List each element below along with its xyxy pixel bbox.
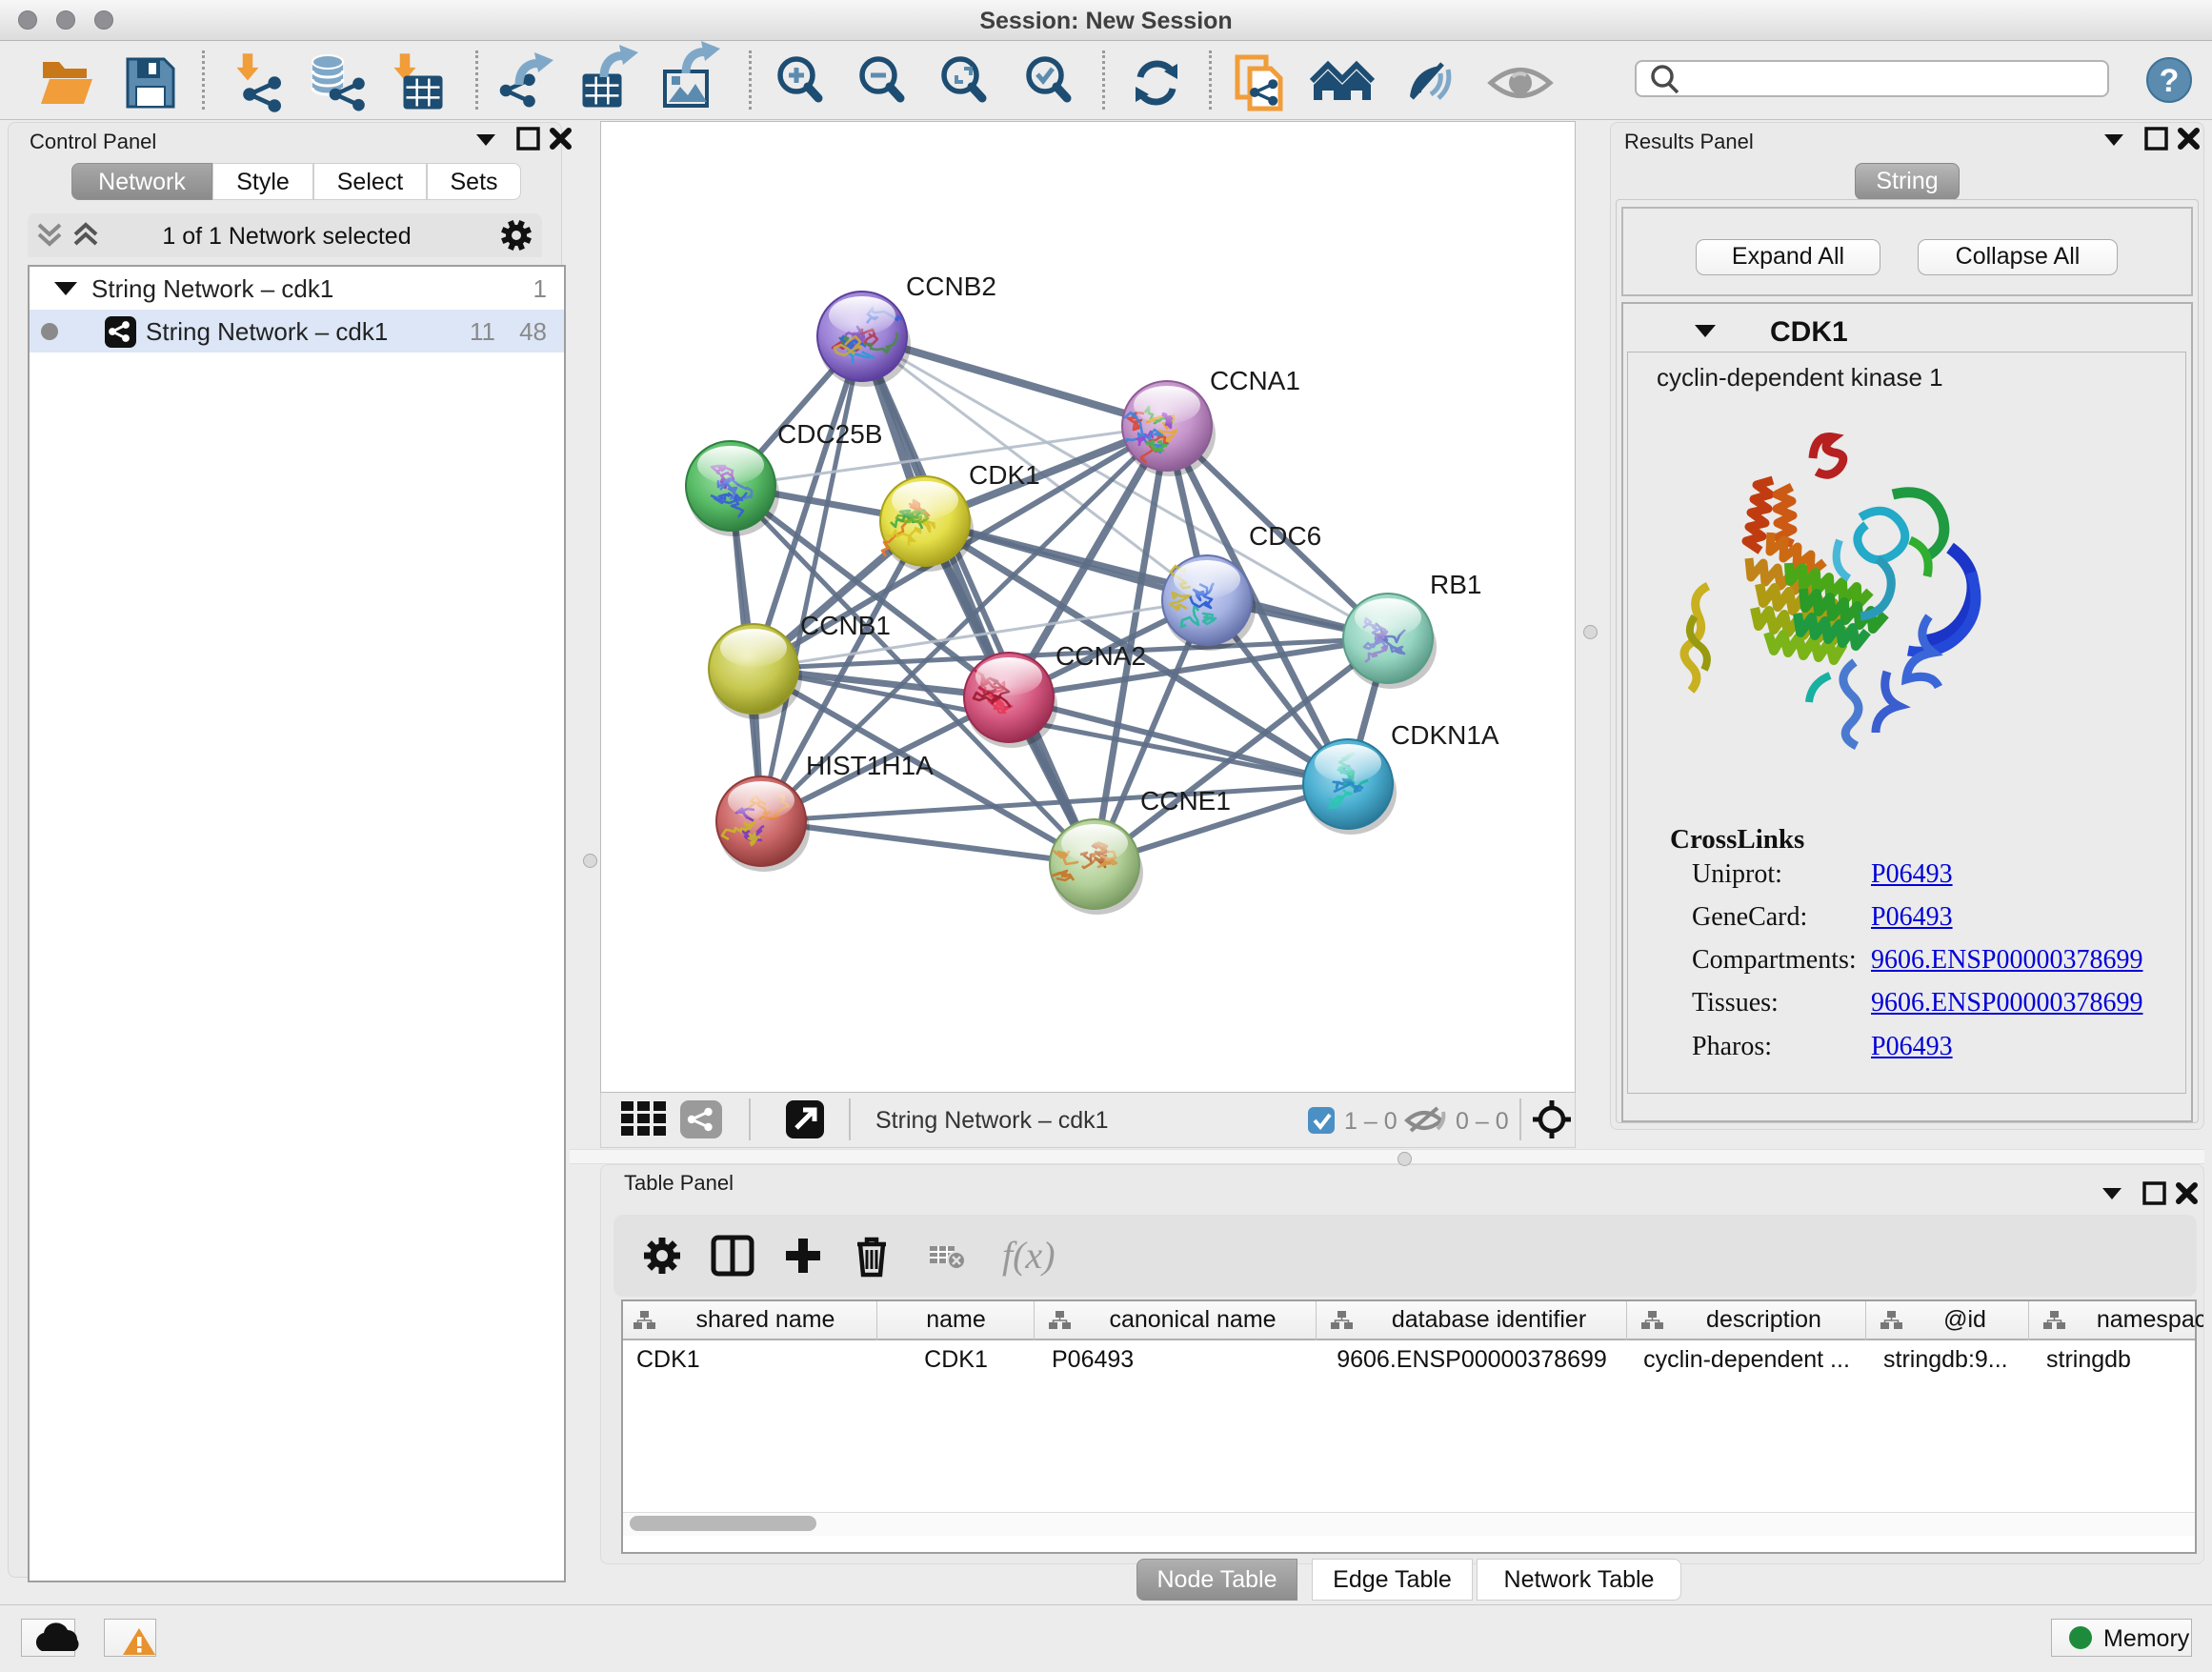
svg-text:0 – 0: 0 – 0 <box>1456 1108 1509 1135</box>
svg-text:CDKN1A: CDKN1A <box>1391 720 1499 750</box>
svg-text:1 of 1 Network selected: 1 of 1 Network selected <box>162 223 411 250</box>
svg-text:String Network – cdk1: String Network – cdk1 <box>875 1107 1109 1134</box>
svg-text:CCNE1: CCNE1 <box>1140 786 1231 816</box>
svg-text:?: ? <box>2160 63 2180 99</box>
svg-text:CDK1: CDK1 <box>969 460 1040 490</box>
svg-text:1 – 0: 1 – 0 <box>1344 1108 1398 1135</box>
svg-text:HIST1H1A: HIST1H1A <box>806 751 934 780</box>
svg-text:RB1: RB1 <box>1430 570 1481 599</box>
svg-text:CCNA2: CCNA2 <box>1056 641 1146 671</box>
svg-text:CDC25B: CDC25B <box>777 419 882 449</box>
svg-text:CDC6: CDC6 <box>1249 521 1321 551</box>
svg-text:CCNA1: CCNA1 <box>1210 366 1300 395</box>
svg-text:CCNB2: CCNB2 <box>906 272 996 301</box>
svg-text:CCNB1: CCNB1 <box>800 611 891 640</box>
svg-text:f(x): f(x) <box>1002 1234 1056 1277</box>
